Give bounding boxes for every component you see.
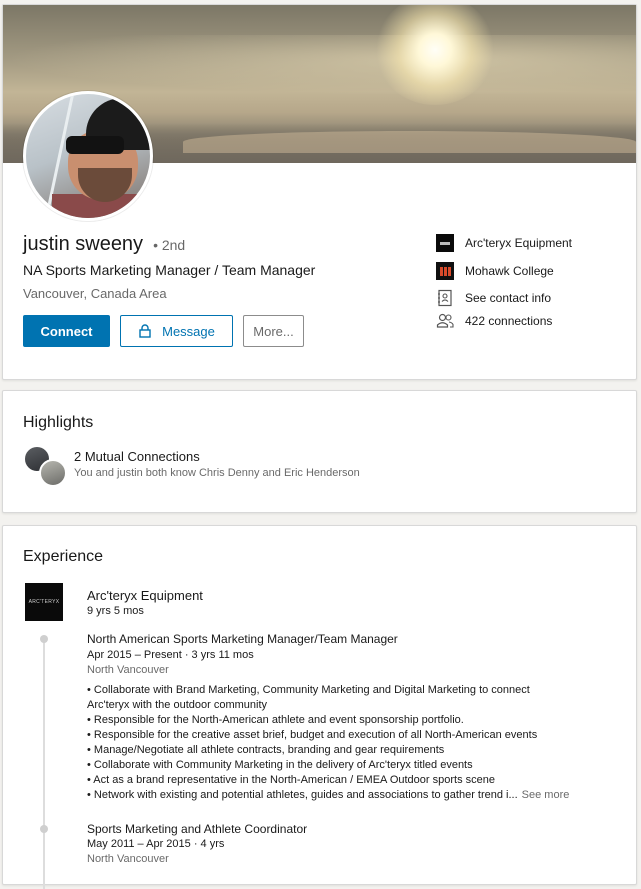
timeline-dot: [40, 635, 48, 643]
role-title: North American Sports Marketing Manager/…: [87, 632, 398, 646]
sidebar-item-connections[interactable]: 422 connections: [436, 312, 552, 330]
description-line: • Responsible for the creative asset bri…: [87, 729, 538, 741]
description-line: • Collaborate with Brand Marketing, Comm…: [87, 684, 530, 696]
more-button[interactable]: More...: [243, 315, 304, 347]
role-dates: Apr 2015 – Present · 3 yrs 11 mos: [87, 649, 254, 661]
lock-icon: [139, 324, 151, 338]
role-location: North Vancouver: [87, 853, 169, 865]
mohawk-college-logo-icon: [436, 262, 454, 280]
sidebar-item-school[interactable]: Mohawk College: [436, 262, 554, 280]
sidebar-item-label: Mohawk College: [465, 264, 554, 278]
company-name[interactable]: Arc'teryx Equipment: [87, 588, 203, 603]
role-location: North Vancouver: [87, 664, 169, 676]
sidebar-item-label: 422 connections: [465, 314, 553, 328]
timeline-dot: [40, 825, 48, 833]
description-line: Arc'teryx with the outdoor community: [87, 699, 268, 711]
company-logo-text: ARC'TERYX: [28, 599, 60, 605]
contact-card-icon: [438, 289, 452, 307]
connect-button[interactable]: Connect: [23, 315, 110, 347]
timeline-line: [43, 639, 45, 889]
avatar: [39, 459, 67, 487]
see-more-link[interactable]: See more: [522, 789, 570, 801]
description-line: • Act as a brand representative in the N…: [87, 774, 495, 786]
connection-degree: • 2nd: [153, 237, 186, 253]
sidebar-item-label: Arc'teryx Equipment: [465, 236, 572, 250]
mutual-connection-avatars[interactable]: [23, 445, 69, 489]
role-description: • Collaborate with Brand Marketing, Comm…: [87, 683, 627, 803]
message-button[interactable]: Message: [120, 315, 233, 347]
experience-card: Experience ARC'TERYX Arc'teryx Equipment…: [2, 525, 637, 889]
arcteryx-logo-icon[interactable]: ARC'TERYX: [25, 583, 63, 621]
company-tenure: 9 yrs 5 mos: [87, 605, 144, 617]
role-dates: May 2011 – Apr 2015 · 4 yrs: [87, 838, 225, 850]
description-line: • Manage/Negotiate all athlete contracts…: [87, 744, 445, 756]
description-line: • Collaborate with Community Marketing i…: [87, 759, 473, 771]
sidebar-item-contact-info[interactable]: See contact info: [436, 289, 551, 307]
mutual-connections-detail: You and justin both know Chris Denny and…: [74, 467, 360, 479]
sidebar-item-company[interactable]: Arc'teryx Equipment: [436, 234, 572, 252]
profile-headline: NA Sports Marketing Manager / Team Manag…: [23, 262, 316, 278]
highlights-card: Highlights 2 Mutual Connections You and …: [2, 390, 637, 513]
highlights-title: Highlights: [23, 414, 94, 431]
arcteryx-logo-icon: [436, 234, 454, 252]
description-line: • Network with existing and potential at…: [87, 789, 518, 801]
description-line: • Responsible for the North-American ath…: [87, 714, 464, 726]
profile-name: justin sweeny: [23, 233, 144, 255]
role-title: Sports Marketing and Athlete Coordinator: [87, 822, 308, 836]
sidebar-item-label: See contact info: [465, 291, 552, 305]
profile-top-card: justin sweeny • 2nd NA Sports Marketing …: [2, 4, 637, 380]
name-row: justin sweeny • 2nd: [23, 233, 185, 256]
experience-title: Experience: [23, 548, 104, 565]
people-icon: [436, 313, 454, 328]
description-last-line: • Network with existing and potential at…: [87, 788, 627, 803]
profile-location: Vancouver, Canada Area: [23, 286, 167, 301]
mutual-connections-link[interactable]: 2 Mutual Connections: [74, 449, 200, 464]
message-button-label: Message: [162, 323, 215, 339]
profile-photo[interactable]: [23, 91, 153, 221]
